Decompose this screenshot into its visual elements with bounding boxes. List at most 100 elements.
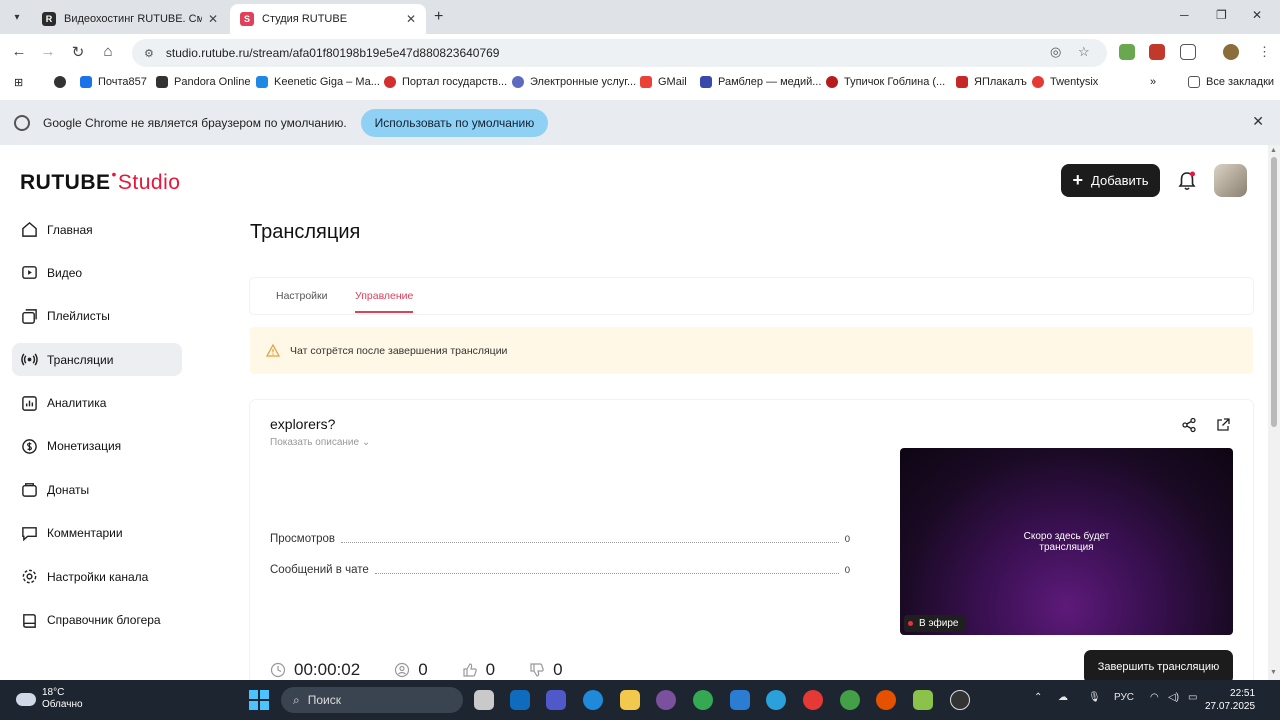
outlook-icon[interactable] xyxy=(510,690,530,710)
minimize-icon[interactable]: ─ xyxy=(1180,8,1189,22)
stream-card: explorers? Показать описание ⌄ Просмотро… xyxy=(250,400,1253,680)
sidebar-item-video[interactable]: Видео xyxy=(12,256,182,289)
open-external-icon[interactable] xyxy=(1215,417,1231,433)
maximize-icon[interactable]: ❐ xyxy=(1216,8,1227,22)
telegram-icon[interactable] xyxy=(766,690,786,710)
extensions-puzzle-icon[interactable] xyxy=(1180,44,1196,60)
bookmark-item[interactable]: GMail xyxy=(640,76,687,88)
address-bar[interactable]: ⚙ studio.rutube.ru/stream/afa01f80198b19… xyxy=(132,39,1107,67)
new-tab-icon[interactable]: + xyxy=(434,8,443,26)
all-bookmarks[interactable]: Все закладки xyxy=(1188,76,1274,88)
profile-avatar-icon[interactable] xyxy=(1223,44,1239,60)
stream-preview[interactable]: Скоро здесь будет трансляция В эфире xyxy=(900,448,1233,635)
store-icon[interactable] xyxy=(730,690,750,710)
home-icon xyxy=(22,221,37,237)
scroll-down-icon[interactable]: ▼ xyxy=(1270,669,1277,676)
bookmark-item[interactable]: Twentysix xyxy=(1032,76,1098,88)
bookmark-item[interactable]: Портал государств... xyxy=(384,76,507,88)
browser-tab-rutube[interactable]: R Видеохостинг RUTUBE. Смотр ✕ xyxy=(32,4,228,34)
sidebar-item-comments[interactable]: Комментарии xyxy=(12,517,182,550)
browser-tab-studio[interactable]: S Студия RUTUBE ✕ xyxy=(230,4,426,34)
search-icon: ⌕ xyxy=(293,692,300,707)
close-tab-icon[interactable]: ✕ xyxy=(208,12,218,26)
tab-search-icon[interactable]: ▾ xyxy=(6,6,28,28)
weather-widget[interactable]: 18°C Облачно xyxy=(16,687,83,711)
window-close-icon[interactable]: ✕ xyxy=(1252,8,1262,22)
sidebar-item-channel-settings[interactable]: Настройки канала xyxy=(12,560,182,593)
sidebar-item-analytics[interactable]: Аналитика xyxy=(12,387,182,420)
microphone-icon[interactable]: 🎙 xyxy=(1088,692,1101,703)
bookmark-item[interactable]: Почта857 xyxy=(80,76,147,88)
add-button[interactable]: + Добавить xyxy=(1061,164,1160,197)
viber-icon[interactable] xyxy=(656,690,676,710)
sidebar-item-monetization[interactable]: Монетизация xyxy=(12,430,182,463)
comments-icon xyxy=(22,526,37,541)
forward-icon[interactable]: → xyxy=(38,43,58,60)
browser-tabstrip: ▾ R Видеохостинг RUTUBE. Смотр ✕ S Студи… xyxy=(0,0,1280,34)
volume-icon[interactable]: ◁) xyxy=(1168,692,1179,703)
bookmark-item[interactable]: Тупичок Гоблина (... xyxy=(826,76,945,88)
tray-overflow-icon[interactable]: ⌃ xyxy=(1034,692,1042,703)
reload-icon[interactable]: ↻ xyxy=(68,43,88,61)
share-icon[interactable] xyxy=(1181,417,1197,433)
infobar-message: Google Chrome не является браузером по у… xyxy=(43,115,347,130)
task-view-icon[interactable] xyxy=(474,690,494,710)
set-default-button[interactable]: Использовать по умолчанию xyxy=(360,108,549,137)
bookmark-item[interactable]: Электронные услуг... xyxy=(512,76,636,88)
language-indicator[interactable]: РУС xyxy=(1114,692,1134,703)
taskbar-search[interactable]: ⌕ Поиск xyxy=(281,687,463,713)
file-explorer-icon[interactable] xyxy=(620,690,640,710)
live-dot-icon xyxy=(908,621,913,626)
eye-off-icon[interactable]: ◎ xyxy=(1050,44,1061,60)
bookmark-item[interactable]: Keenetic Giga – Ма... xyxy=(256,76,380,88)
utorrent-icon[interactable] xyxy=(840,690,860,710)
tab-settings[interactable]: Настройки xyxy=(276,290,328,302)
app-icon[interactable] xyxy=(913,690,933,710)
show-description-toggle[interactable]: Показать описание ⌄ xyxy=(270,437,370,448)
scroll-thumb[interactable] xyxy=(1271,157,1277,427)
infobar-close-icon[interactable]: ✕ xyxy=(1252,113,1264,130)
extension-icon[interactable] xyxy=(1119,44,1135,60)
obs-icon[interactable] xyxy=(950,690,970,710)
sidebar-item-home[interactable]: Главная xyxy=(12,213,182,246)
warning-icon xyxy=(266,344,280,357)
likes-metric: 0 xyxy=(462,660,495,680)
sidebar-item-playlists[interactable]: Плейлисты xyxy=(12,300,182,333)
tab-management[interactable]: Управление xyxy=(355,290,414,313)
browser-menu-icon[interactable]: ⋮ xyxy=(1258,44,1271,60)
extension-abp-icon[interactable] xyxy=(1149,44,1165,60)
teams-icon[interactable] xyxy=(546,690,566,710)
wifi-icon[interactable]: ◠ xyxy=(1150,692,1159,703)
apps-grid-icon[interactable]: ⊞ xyxy=(14,76,23,89)
analytics-icon xyxy=(22,395,37,411)
edge-icon[interactable] xyxy=(583,690,603,710)
back-icon[interactable]: ← xyxy=(9,43,29,60)
media-app-icon[interactable] xyxy=(876,690,896,710)
bookmark-item[interactable]: ЯПлакалъ xyxy=(956,76,1027,88)
rutube-studio-logo[interactable]: RUTUBE • Studio xyxy=(20,166,180,195)
bookmark-item[interactable]: Рамблер — медий... xyxy=(700,76,821,88)
home-page-icon[interactable]: ⌂ xyxy=(98,43,118,60)
page-scrollbar[interactable]: ▲ ▼ xyxy=(1268,145,1280,680)
sidebar-item-donations[interactable]: Донаты xyxy=(12,473,182,506)
sidebar-item-blogger-guide[interactable]: Справочник блогера xyxy=(12,604,182,637)
notification-bell-icon[interactable] xyxy=(1177,170,1197,192)
chrome-taskbar-icon[interactable] xyxy=(693,690,713,710)
onedrive-icon[interactable]: ☁ xyxy=(1058,692,1068,703)
bookmark-star-icon[interactable]: ☆ xyxy=(1078,44,1090,60)
bookmark-globe-icon[interactable] xyxy=(54,76,72,88)
sidebar-item-broadcasts[interactable]: Трансляции xyxy=(12,343,182,377)
battery-icon[interactable]: ▭ xyxy=(1188,692,1197,703)
scroll-up-icon[interactable]: ▲ xyxy=(1270,147,1277,154)
end-stream-button[interactable]: Завершить трансляцию xyxy=(1084,650,1233,680)
bookmarks-overflow-icon[interactable]: » xyxy=(1150,76,1156,88)
site-info-icon[interactable]: ⚙ xyxy=(144,47,154,60)
bookmark-item[interactable]: Pandora Online xyxy=(156,76,250,88)
folder-icon xyxy=(1188,76,1200,88)
taskbar-clock[interactable]: 22:51 27.07.2025 xyxy=(1205,687,1255,713)
user-avatar[interactable] xyxy=(1214,164,1247,197)
close-tab-icon[interactable]: ✕ xyxy=(406,12,416,26)
windows-start-icon[interactable] xyxy=(249,690,269,710)
studio-favicon-icon: S xyxy=(240,12,254,26)
yandex-browser-icon[interactable] xyxy=(803,690,823,710)
